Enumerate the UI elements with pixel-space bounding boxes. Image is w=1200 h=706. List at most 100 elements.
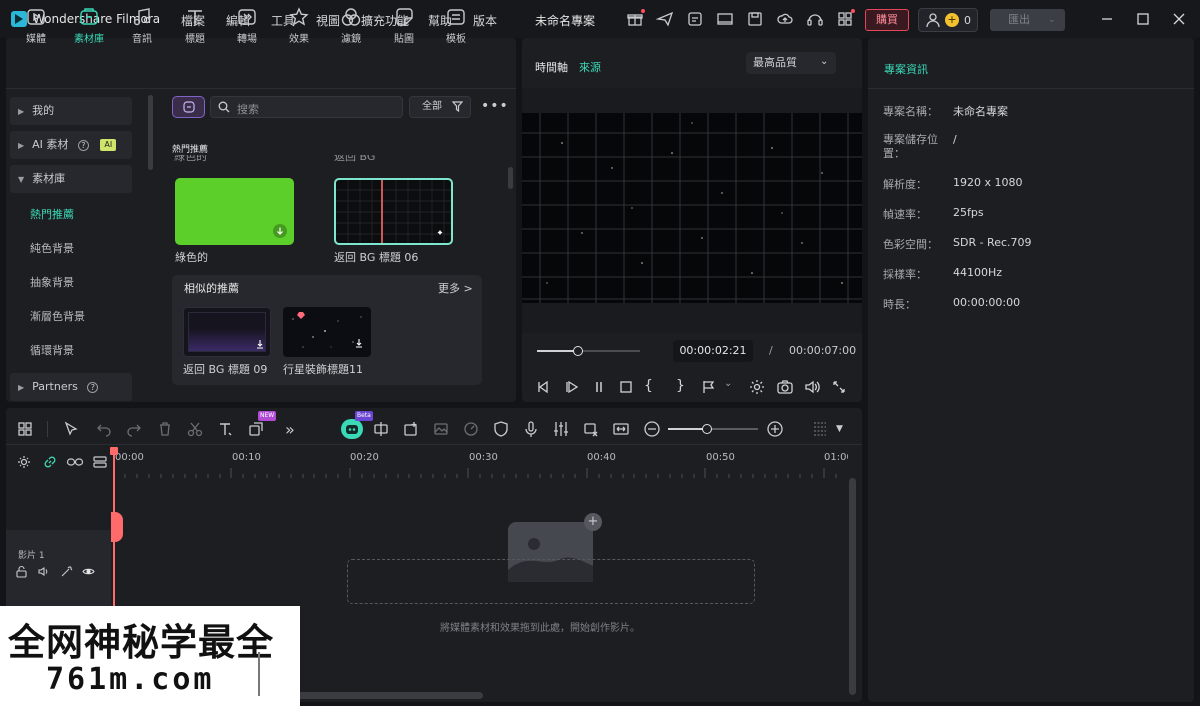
quality-dropdown[interactable]: 最高品質 ⌄ xyxy=(746,52,836,74)
image-edit-icon[interactable] xyxy=(432,420,450,438)
sidebar-sub-solid[interactable]: 純色背景 xyxy=(30,240,74,256)
account-credits[interactable]: + 0 xyxy=(918,8,978,32)
tab-media[interactable]: 媒體 xyxy=(11,6,61,46)
thumb-bg-title-06[interactable] xyxy=(334,178,453,245)
track-volume-icon[interactable] xyxy=(37,565,50,578)
tab-audio[interactable]: 音訊 xyxy=(117,6,167,46)
thumb-green-screen[interactable] xyxy=(175,178,294,245)
shield-icon[interactable] xyxy=(492,420,510,438)
layout-icon[interactable] xyxy=(716,10,734,28)
add-track-icon[interactable] xyxy=(16,454,32,470)
more-options-icon[interactable]: ••• xyxy=(481,98,509,114)
chevron-down-icon[interactable]: ⌄ xyxy=(724,378,742,396)
chain-link-icon[interactable] xyxy=(66,454,84,470)
fullscreen-icon[interactable] xyxy=(830,378,848,396)
close-icon[interactable] xyxy=(1170,10,1188,28)
progress-handle[interactable] xyxy=(573,346,583,356)
layout-grid-icon[interactable] xyxy=(16,420,34,438)
search-input[interactable]: 搜索 xyxy=(210,96,403,118)
sidebar-scrollbar[interactable] xyxy=(148,95,153,170)
more-link[interactable]: 更多 > xyxy=(438,280,473,296)
tab-timeline-preview[interactable]: 時間軸 xyxy=(535,59,568,75)
delete-trash-icon[interactable] xyxy=(156,420,174,438)
select-pointer-icon[interactable] xyxy=(62,420,80,438)
zoom-handle[interactable] xyxy=(702,424,712,434)
download-icon[interactable] xyxy=(273,224,287,238)
apps-grid-icon[interactable] xyxy=(836,9,855,28)
tab-titles[interactable]: 標題 xyxy=(170,6,220,46)
speed-icon[interactable] xyxy=(462,420,480,438)
play-icon[interactable] xyxy=(563,378,581,396)
snapshot-camera-icon[interactable] xyxy=(776,378,794,396)
track-effect-icon[interactable] xyxy=(60,565,73,578)
gift-icon[interactable] xyxy=(626,9,645,28)
track-height-icon[interactable] xyxy=(811,420,829,438)
text-tool-icon[interactable] xyxy=(217,420,235,438)
microphone-icon[interactable] xyxy=(522,420,540,438)
sidebar-sub-loop[interactable]: 循環背景 xyxy=(30,342,74,358)
save-icon[interactable] xyxy=(746,10,764,28)
zoom-in-icon[interactable] xyxy=(766,420,784,438)
tab-templates[interactable]: 模板 xyxy=(431,6,481,46)
ai-search-button[interactable] xyxy=(172,96,205,118)
pause-icon[interactable] xyxy=(590,378,608,396)
sidebar-item-stock[interactable]: ▼ 素材庫 xyxy=(10,165,132,193)
thumb-bg-title-09[interactable] xyxy=(183,307,271,357)
sidebar-sub-abstract[interactable]: 抽象背景 xyxy=(30,274,74,290)
step-back-icon[interactable] xyxy=(535,378,553,396)
fit-timeline-icon[interactable] xyxy=(612,420,630,438)
feedback-icon[interactable] xyxy=(686,10,704,28)
add-plus-icon[interactable]: + xyxy=(584,513,602,531)
playhead-grip[interactable] xyxy=(111,512,123,542)
caret-down-icon[interactable]: ▼ xyxy=(836,424,854,442)
maximize-icon[interactable] xyxy=(1134,10,1152,28)
track-visibility-eye-icon[interactable] xyxy=(82,565,95,578)
volume-icon[interactable] xyxy=(803,378,821,396)
tab-transitions[interactable]: 轉場 xyxy=(222,6,272,46)
undo-icon[interactable] xyxy=(95,420,113,438)
track-lock-icon[interactable] xyxy=(15,565,28,578)
export-button[interactable]: 匯出 ⌄ xyxy=(990,9,1065,31)
link-icon[interactable] xyxy=(42,454,58,470)
crop-tool-icon[interactable]: NEW xyxy=(247,411,277,438)
help-icon[interactable]: ? xyxy=(77,139,89,151)
preview-screen[interactable] xyxy=(522,113,862,303)
content-scrollbar[interactable] xyxy=(508,167,513,189)
buy-button[interactable]: 購買 xyxy=(865,9,909,31)
drop-zone[interactable] xyxy=(347,559,755,604)
redo-icon[interactable] xyxy=(125,420,143,438)
playhead-head[interactable] xyxy=(110,447,118,455)
send-icon[interactable] xyxy=(656,10,674,28)
audio-mixer-icon[interactable] xyxy=(552,420,570,438)
more-tools-icon[interactable]: » xyxy=(285,420,303,439)
sidebar-item-partners[interactable]: ▶ Partners ? xyxy=(10,373,132,401)
settings-gear-icon[interactable] xyxy=(748,378,766,396)
stop-icon[interactable] xyxy=(617,378,635,396)
headset-icon[interactable] xyxy=(806,10,824,28)
scissors-icon[interactable] xyxy=(186,420,204,438)
track-lock-icon[interactable] xyxy=(92,454,108,470)
split-clip-icon[interactable] xyxy=(372,420,390,438)
auto-sync-icon[interactable] xyxy=(582,420,600,438)
timeline-vertical-scrollbar[interactable] xyxy=(849,478,856,695)
zoom-out-icon[interactable] xyxy=(643,420,661,438)
tab-filters[interactable]: 濾鏡 xyxy=(326,6,376,46)
help-icon[interactable]: ? xyxy=(87,381,99,393)
marker-icon[interactable] xyxy=(700,378,718,396)
timeline-ruler[interactable] xyxy=(113,468,848,478)
tab-stickers[interactable]: 貼圖 xyxy=(379,6,429,46)
thumb-planet-title-11[interactable] xyxy=(283,307,371,357)
download-icon[interactable] xyxy=(353,337,365,349)
tab-stock[interactable]: 素材庫 xyxy=(64,6,114,46)
add-media-icon[interactable] xyxy=(402,420,420,438)
sidebar-item-ai-stock[interactable]: ▶ AI 素材 ? AI xyxy=(10,131,132,159)
tab-source-preview[interactable]: 來源 xyxy=(579,59,601,75)
download-icon[interactable] xyxy=(254,338,266,350)
mark-out-icon[interactable]: } xyxy=(676,378,694,396)
mark-in-icon[interactable]: { xyxy=(644,378,662,396)
current-time[interactable]: 00:00:02:21 xyxy=(673,340,753,362)
sidebar-sub-gradient[interactable]: 漸層色背景 xyxy=(30,308,85,324)
minimize-icon[interactable] xyxy=(1098,10,1116,28)
ai-robot-icon[interactable]: Beta xyxy=(341,411,373,439)
tab-effects[interactable]: 效果 xyxy=(274,6,324,46)
